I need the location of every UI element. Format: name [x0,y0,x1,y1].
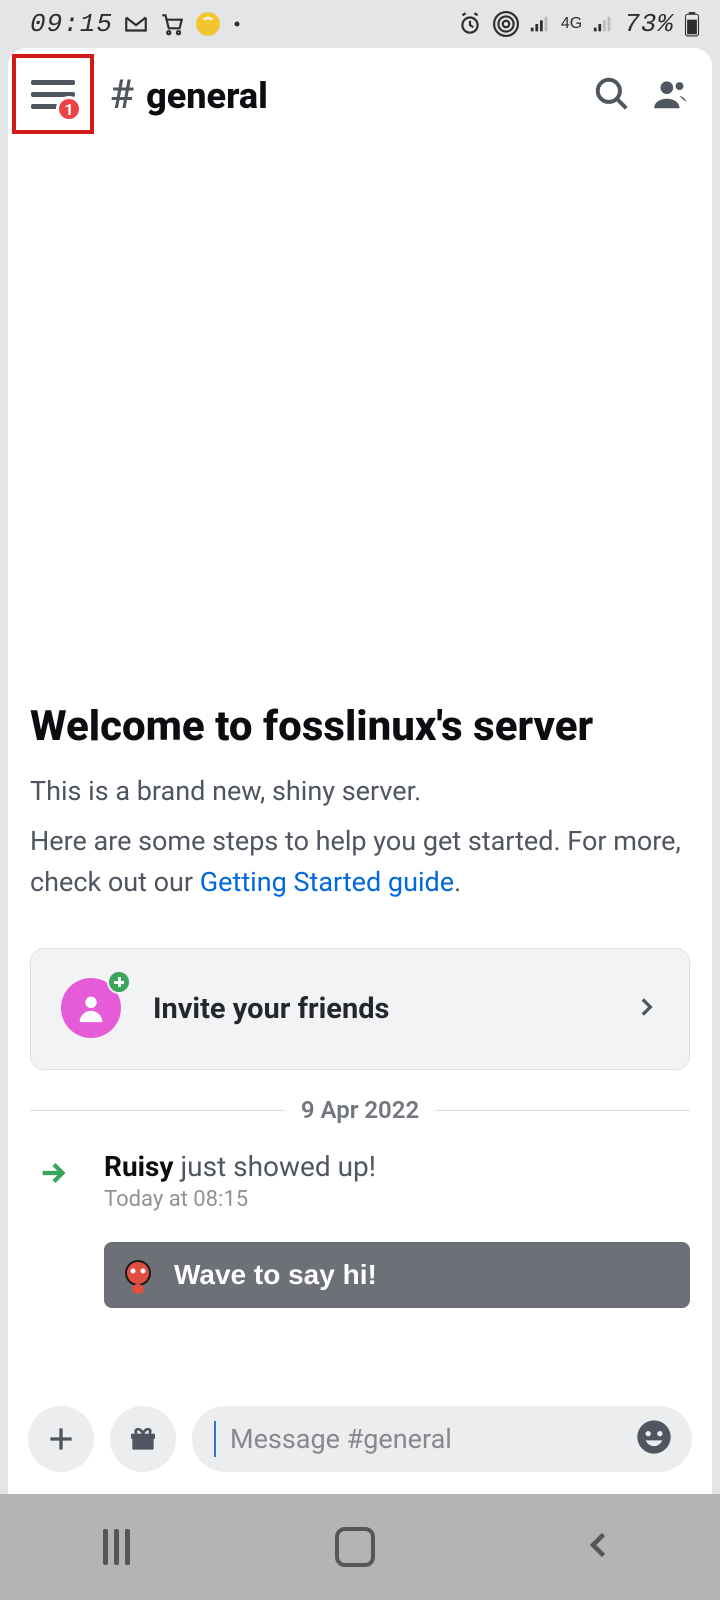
system-message-user[interactable]: Ruisy [104,1150,174,1183]
gmail-icon [123,11,149,37]
welcome-line2: Here are some steps to help you get star… [30,821,690,902]
welcome-line2-suffix: . [454,866,461,898]
wave-label: Wave to say hi! [174,1259,377,1291]
gift-button[interactable] [110,1406,176,1472]
add-attachment-button[interactable] [28,1406,94,1472]
search-button[interactable] [588,70,636,118]
welcome-line1: This is a brand new, shiny server. [30,771,690,812]
menu-badge: 1 [56,96,82,122]
network-label: 4G [561,15,582,33]
signal-icon [529,13,551,35]
join-arrow-icon [30,1150,78,1212]
channel-name: general [146,75,268,117]
system-message-text: Ruisy just showed up! [104,1150,376,1183]
wave-button[interactable]: Wave to say hi! [104,1242,690,1308]
cart-icon [159,11,185,37]
nav-back-button[interactable] [581,1527,617,1567]
discord-app: 1 # general Welcome to fosslinux's serve… [8,48,712,1494]
system-message-time: Today at 08:15 [104,1187,376,1212]
wave-emoji-icon [118,1255,158,1295]
welcome-block: Welcome to fosslinux's server This is a … [30,702,690,926]
battery-percent: 73% [624,9,674,39]
android-navbar [0,1494,720,1600]
invite-friends-card[interactable]: Invite your friends [30,948,690,1070]
system-message-suffix: just showed up! [174,1150,376,1183]
channel-header: 1 # general [8,48,712,140]
status-clock: 09:15 [30,9,113,39]
plus-badge-icon [107,970,131,994]
channel-title[interactable]: # general [110,71,268,118]
date-divider: 9 Apr 2022 [30,1096,690,1124]
signal2-icon [592,13,614,35]
battery-icon [684,11,700,37]
android-status-bar: 09:15 4G 73% [0,0,720,48]
dot-icon [231,18,243,30]
welcome-title: Welcome to fosslinux's server [30,702,690,752]
nav-recents-button[interactable] [103,1529,130,1565]
invite-icon [61,978,123,1040]
divider-date: 9 Apr 2022 [301,1096,419,1124]
chevron-right-icon [633,994,659,1024]
message-input[interactable]: Message #general [192,1406,692,1472]
text-caret [214,1421,216,1457]
hotspot-icon [493,11,519,37]
invite-label: Invite your friends [153,992,603,1026]
nav-home-button[interactable] [335,1527,375,1567]
message-placeholder: Message #general [230,1423,620,1455]
system-message: Ruisy just showed up! Today at 08:15 [30,1150,690,1212]
chat-icon [195,11,221,37]
hash-icon: # [110,71,134,118]
members-button[interactable] [646,70,694,118]
channel-content: Welcome to fosslinux's server This is a … [8,140,712,1398]
menu-highlight: 1 [12,54,94,134]
emoji-button[interactable] [634,1417,674,1461]
alarm-icon [457,11,483,37]
getting-started-link[interactable]: Getting Started guide [200,866,454,898]
message-composer: Message #general [8,1398,712,1494]
